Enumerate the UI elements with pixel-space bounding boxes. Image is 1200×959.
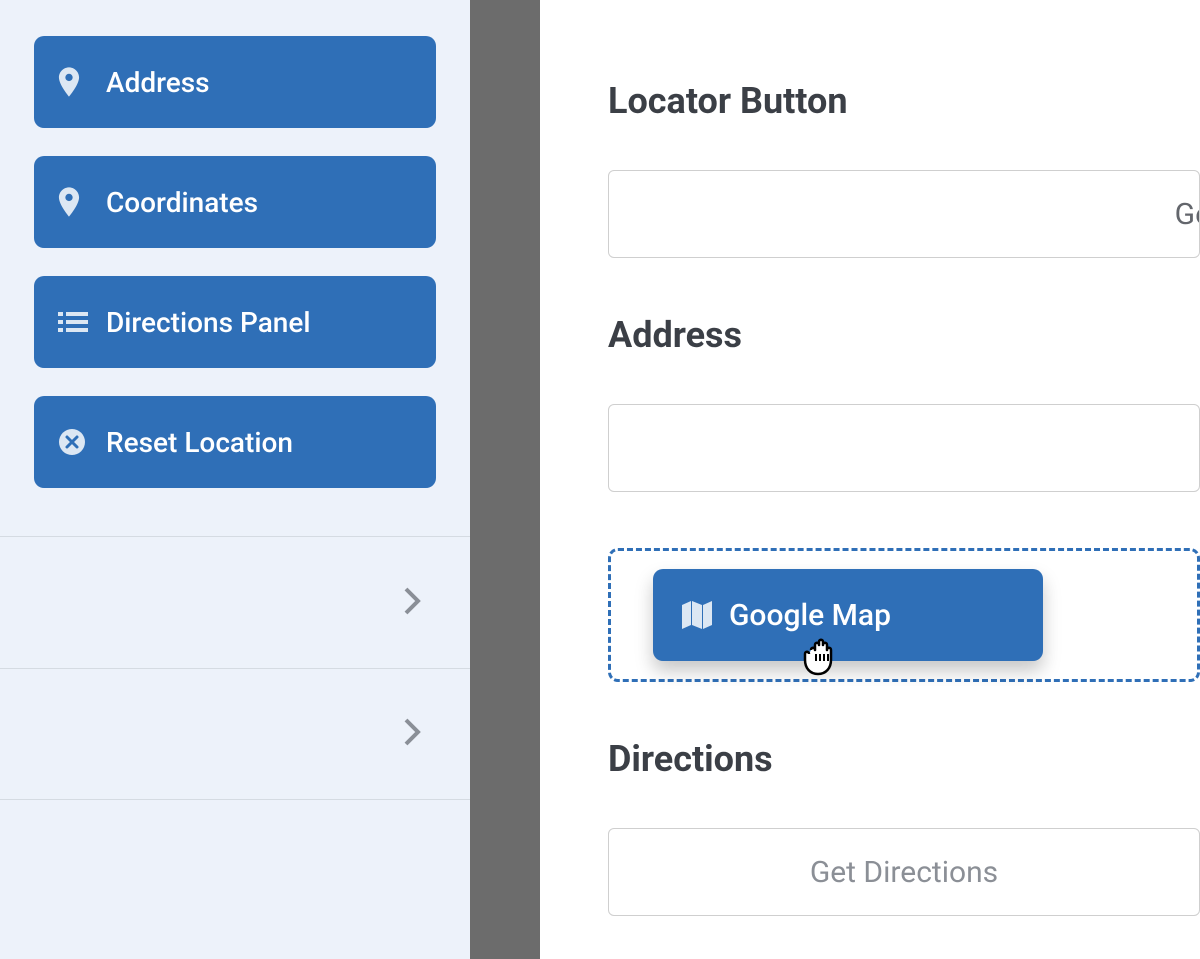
locator-title: Locator Button (608, 80, 1200, 122)
directions-panel-button[interactable]: Directions Panel (34, 276, 436, 368)
sidebar: Address Coordinates Directions Panel Res… (0, 0, 470, 959)
main-panel: Locator Button Ge Address Google Map Dir… (540, 0, 1200, 959)
map-icon (681, 600, 729, 630)
pin-icon (58, 187, 100, 217)
directions-title: Directions (608, 738, 1200, 780)
get-directions-label: Get Directions (810, 855, 998, 890)
locator-section: Locator Button Ge (608, 80, 1200, 258)
google-map-chip-label: Google Map (729, 598, 891, 633)
map-drop-zone[interactable]: Google Map (608, 548, 1200, 682)
chevron-right-icon (402, 716, 422, 752)
directions-section: Directions Get Directions (608, 738, 1200, 916)
locator-button-field[interactable]: Ge (608, 170, 1200, 258)
reset-location-button-label: Reset Location (106, 426, 293, 459)
chevron-right-icon (402, 585, 422, 621)
expandable-row-2[interactable] (0, 668, 470, 800)
panel-divider (470, 0, 540, 959)
locator-partial-text: Ge (1175, 197, 1200, 232)
coordinates-button[interactable]: Coordinates (34, 156, 436, 248)
address-field[interactable] (608, 404, 1200, 492)
address-section: Address (608, 314, 1200, 492)
address-button-label: Address (106, 66, 210, 99)
pin-icon (58, 67, 100, 97)
directions-panel-button-label: Directions Panel (106, 306, 311, 339)
address-title: Address (608, 314, 1200, 356)
google-map-chip[interactable]: Google Map (653, 569, 1043, 661)
get-directions-button[interactable]: Get Directions (608, 828, 1200, 916)
expandable-row-1[interactable] (0, 536, 470, 668)
coordinates-button-label: Coordinates (106, 186, 258, 219)
close-circle-icon (58, 428, 100, 456)
reset-location-button[interactable]: Reset Location (34, 396, 436, 488)
address-button[interactable]: Address (34, 36, 436, 128)
list-icon (58, 310, 100, 334)
